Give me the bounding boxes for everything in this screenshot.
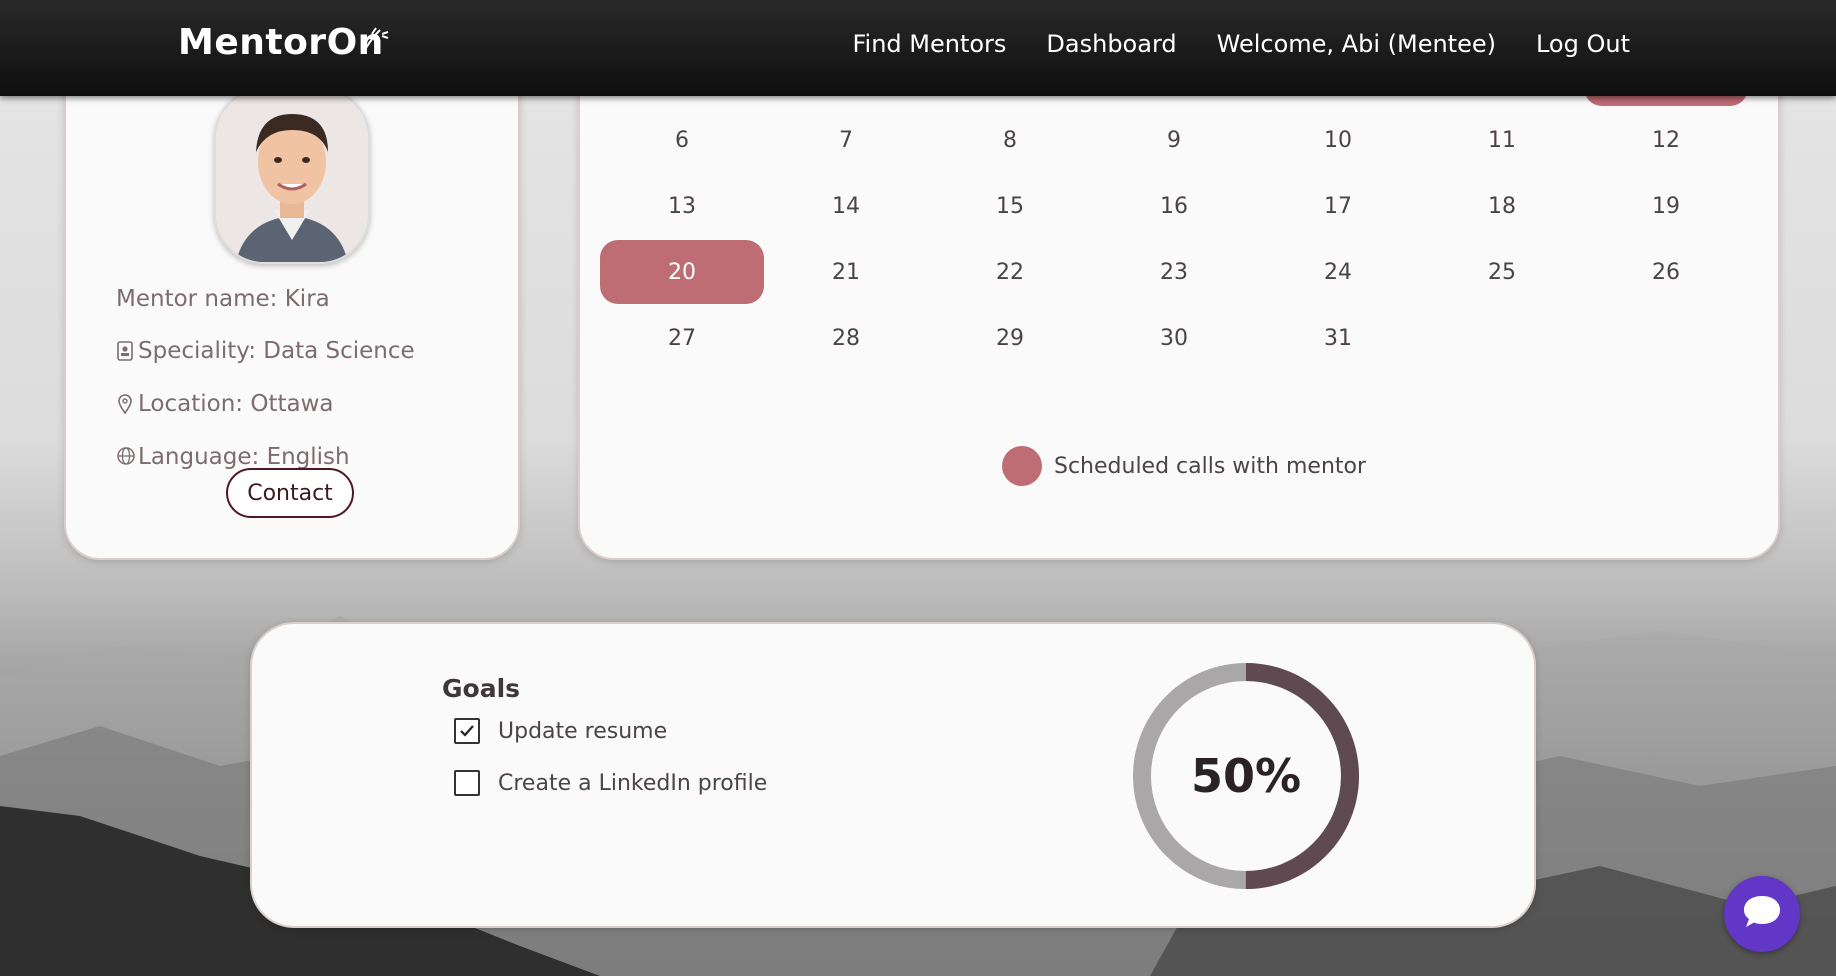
- mentor-avatar: [214, 88, 370, 264]
- calendar-day[interactable]: 21: [764, 240, 928, 304]
- calendar-day[interactable]: 12: [1584, 108, 1748, 172]
- legend-label: Scheduled calls with mentor: [1054, 453, 1367, 479]
- location-pin-icon: [116, 393, 136, 415]
- calendar-day[interactable]: 10: [1256, 108, 1420, 172]
- calendar-day[interactable]: 24: [1256, 240, 1420, 304]
- calendar-card: 1234567891011121314151617181920212223242…: [578, 40, 1780, 560]
- calendar-day[interactable]: 8: [928, 108, 1092, 172]
- calendar-day[interactable]: 30: [1092, 306, 1256, 370]
- brand-logo[interactable]: MentorOn: [178, 22, 384, 63]
- calendar-day[interactable]: 23: [1092, 240, 1256, 304]
- calendar-day[interactable]: 7: [764, 108, 928, 172]
- goal-checkbox-unchecked[interactable]: [454, 770, 480, 796]
- progress-percentage: 50%: [1190, 749, 1302, 803]
- chat-bubble-icon: [1741, 893, 1783, 935]
- calendar-day[interactable]: 25: [1420, 240, 1584, 304]
- nav-welcome-user[interactable]: Welcome, Abi (Mentee): [1217, 30, 1496, 58]
- calendar-legend: Scheduled calls with mentor: [1002, 446, 1366, 486]
- chat-button[interactable]: [1724, 876, 1800, 952]
- calendar-day[interactable]: 27: [600, 306, 764, 370]
- calendar-day-scheduled[interactable]: 20: [600, 240, 764, 304]
- calendar-day[interactable]: 14: [764, 174, 928, 238]
- nav-find-mentors[interactable]: Find Mentors: [852, 30, 1006, 58]
- top-navbar: MentorOn Find Mentors Dashboard Welcome,…: [0, 0, 1836, 96]
- legend-swatch: [1002, 446, 1042, 486]
- nav-log-out[interactable]: Log Out: [1536, 30, 1630, 58]
- calendar-day[interactable]: 15: [928, 174, 1092, 238]
- sparkle-icon: [362, 24, 390, 56]
- calendar-day[interactable]: 11: [1420, 108, 1584, 172]
- goal-item[interactable]: Create a LinkedIn profile: [454, 770, 767, 796]
- calendar-day[interactable]: 17: [1256, 174, 1420, 238]
- calendar-day[interactable]: 9: [1092, 108, 1256, 172]
- mentor-speciality: Speciality: Data Science: [116, 338, 415, 364]
- goals-progress-ring: 50%: [1130, 660, 1362, 892]
- calendar-day[interactable]: 29: [928, 306, 1092, 370]
- contact-button[interactable]: Contact: [226, 468, 354, 518]
- calendar-day[interactable]: 19: [1584, 174, 1748, 238]
- goal-label: Create a LinkedIn profile: [498, 770, 768, 796]
- calendar-day[interactable]: 16: [1092, 174, 1256, 238]
- calendar-day[interactable]: 22: [928, 240, 1092, 304]
- calendar-day[interactable]: 26: [1584, 240, 1748, 304]
- nav-dashboard[interactable]: Dashboard: [1046, 30, 1176, 58]
- calendar-day[interactable]: 28: [764, 306, 928, 370]
- id-badge-icon: [116, 340, 136, 362]
- calendar-day[interactable]: 18: [1420, 174, 1584, 238]
- goal-label: Update resume: [498, 718, 668, 744]
- globe-icon: [116, 446, 136, 468]
- goals-title: Goals: [442, 674, 521, 703]
- mentor-location: Location: Ottawa: [116, 391, 333, 417]
- goals-card: Goals Update resume Create a LinkedIn pr…: [250, 622, 1536, 928]
- mentor-name: Mentor name: Kira: [116, 286, 330, 312]
- calendar-day[interactable]: 6: [600, 108, 764, 172]
- mentor-language: Language: English: [116, 444, 350, 470]
- goal-item[interactable]: Update resume: [454, 718, 667, 744]
- calendar-day[interactable]: 31: [1256, 306, 1420, 370]
- mentor-card: Mentor name: Kira Speciality: Data Scien…: [64, 40, 520, 560]
- calendar-day[interactable]: 13: [600, 174, 764, 238]
- goal-checkbox-checked[interactable]: [454, 718, 480, 744]
